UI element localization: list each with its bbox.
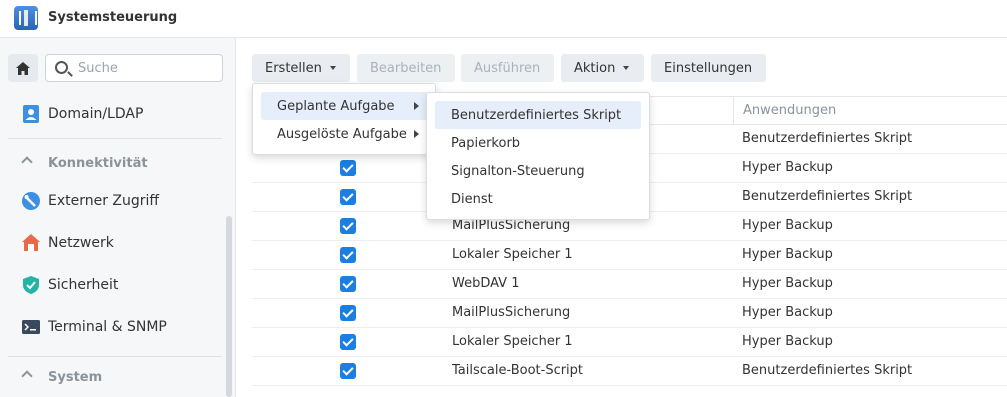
- menu-item-label: Dienst: [451, 191, 493, 207]
- menu-item-service[interactable]: Dienst: [435, 185, 641, 213]
- chevron-down-icon: [623, 66, 630, 70]
- task-name: MailPlusSicherung: [452, 218, 571, 233]
- table-row[interactable]: Tailscale-Boot-Script Benutzerdefinierte…: [252, 357, 1007, 386]
- search-field[interactable]: [45, 54, 223, 82]
- task-application: Hyper Backup: [742, 276, 833, 291]
- task-name: Lokaler Speicher 1: [452, 247, 573, 262]
- settings-button-label: Einstellungen: [664, 60, 753, 76]
- control-panel-icon: [14, 6, 38, 30]
- sidebar-item-label: Terminal & SNMP: [48, 319, 167, 335]
- menu-item-label: Papierkorb: [451, 135, 521, 151]
- menu-item-recycle-bin[interactable]: Papierkorb: [435, 129, 641, 157]
- task-name: Lokaler Speicher 1: [452, 334, 573, 349]
- sidebar-item-security[interactable]: Sicherheit: [0, 265, 222, 305]
- title-bar: Systemsteuerung: [0, 0, 1007, 38]
- task-application: Hyper Backup: [742, 334, 833, 349]
- section-connectivity[interactable]: Konnektivität: [0, 148, 222, 178]
- task-name: WebDAV 1: [452, 276, 520, 291]
- edit-button-label: Bearbeiten: [370, 60, 442, 76]
- task-name: Tailscale-Boot-Script: [452, 363, 584, 378]
- chevron-right-icon: [414, 130, 419, 138]
- sidebar-item-label: Domain/LDAP: [48, 106, 144, 122]
- sidebar-item-terminal-snmp[interactable]: Terminal & SNMP: [0, 307, 222, 347]
- task-application: Hyper Backup: [742, 247, 833, 262]
- sidebar-item-label: Externer Zugriff: [48, 193, 160, 209]
- menu-item-custom-script[interactable]: Benutzerdefiniertes Skript: [435, 101, 641, 129]
- enabled-checkbox[interactable]: [340, 160, 356, 176]
- menu-item-label: Benutzerdefiniertes Skript: [451, 107, 622, 123]
- chevron-up-icon: [21, 156, 33, 168]
- menu-item-label: Geplante Aufgabe: [277, 98, 395, 114]
- task-name: MailPlusSicherung: [452, 305, 571, 320]
- chevron-down-icon: [329, 66, 336, 70]
- enabled-checkbox[interactable]: [340, 363, 356, 379]
- chevron-right-icon: [414, 102, 419, 110]
- enabled-checkbox[interactable]: [340, 276, 356, 292]
- create-button-label: Erstellen: [265, 60, 322, 76]
- enabled-checkbox[interactable]: [340, 334, 356, 350]
- sidebar-item-network[interactable]: Netzwerk: [0, 223, 222, 263]
- enabled-checkbox[interactable]: [340, 218, 356, 234]
- table-row[interactable]: MailPlusSicherung Hyper Backup: [252, 299, 1007, 328]
- task-application: Hyper Backup: [742, 218, 833, 233]
- task-application: Benutzerdefiniertes Skript: [742, 189, 913, 204]
- action-button[interactable]: Aktion: [561, 54, 644, 82]
- sidebar-item-domain-ldap[interactable]: Domain/LDAP: [0, 94, 222, 134]
- section-label: System: [48, 369, 103, 385]
- menu-item-triggered-task[interactable]: Ausgelöste Aufgabe: [261, 120, 429, 148]
- external-access-icon: [22, 192, 40, 210]
- menu-item-scheduled-task[interactable]: Geplante Aufgabe: [261, 92, 429, 120]
- security-shield-icon: [23, 276, 39, 294]
- menu-item-label: Ausgelöste Aufgabe: [277, 126, 407, 142]
- table-row[interactable]: Lokaler Speicher 1 Hyper Backup: [252, 241, 1007, 270]
- domain-ldap-icon: [23, 105, 39, 123]
- task-application: Benutzerdefiniertes Skript: [742, 131, 913, 146]
- task-application: Benutzerdefiniertes Skript: [742, 363, 913, 378]
- task-application: Hyper Backup: [742, 160, 833, 175]
- sidebar-item-label: Sicherheit: [48, 277, 119, 293]
- run-button-label: Ausführen: [474, 60, 541, 76]
- sidebar: Domain/LDAP Konnektivität Externer Zugri…: [0, 38, 236, 397]
- network-home-icon: [22, 234, 40, 251]
- column-header-applications[interactable]: Anwendungen: [743, 103, 836, 118]
- create-menu: Geplante Aufgabe Ausgelöste Aufgabe: [252, 83, 436, 155]
- enabled-checkbox[interactable]: [340, 305, 356, 321]
- menu-item-beep-control[interactable]: Signalton-Steuerung: [435, 157, 641, 185]
- enabled-checkbox[interactable]: [340, 247, 356, 263]
- sidebar-scrollbar[interactable]: [226, 216, 232, 397]
- action-button-label: Aktion: [574, 60, 616, 76]
- home-button[interactable]: [8, 54, 38, 82]
- run-button[interactable]: Ausführen: [461, 54, 554, 82]
- sidebar-divider: [8, 356, 222, 357]
- scheduled-task-submenu: Benutzerdefiniertes Skript Papierkorb Si…: [426, 92, 650, 220]
- menu-item-label: Signalton-Steuerung: [451, 163, 585, 179]
- create-button[interactable]: Erstellen: [252, 54, 350, 82]
- terminal-icon: [22, 320, 40, 334]
- sidebar-item-label: Netzwerk: [48, 235, 114, 251]
- sidebar-divider: [8, 138, 222, 139]
- task-application: Hyper Backup: [742, 305, 833, 320]
- enabled-checkbox[interactable]: [340, 189, 356, 205]
- table-row[interactable]: WebDAV 1 Hyper Backup: [252, 270, 1007, 299]
- settings-button[interactable]: Einstellungen: [651, 54, 766, 82]
- chevron-up-icon: [21, 370, 33, 382]
- home-icon: [16, 61, 30, 75]
- search-input[interactable]: [78, 59, 218, 77]
- search-icon: [55, 61, 68, 74]
- window-title: Systemsteuerung: [48, 10, 178, 25]
- edit-button[interactable]: Bearbeiten: [357, 54, 455, 82]
- sidebar-item-external-access[interactable]: Externer Zugriff: [0, 181, 222, 221]
- table-row[interactable]: Lokaler Speicher 1 Hyper Backup: [252, 328, 1007, 357]
- column-separator: [733, 97, 734, 125]
- section-system[interactable]: System: [0, 362, 222, 392]
- section-label: Konnektivität: [48, 155, 148, 171]
